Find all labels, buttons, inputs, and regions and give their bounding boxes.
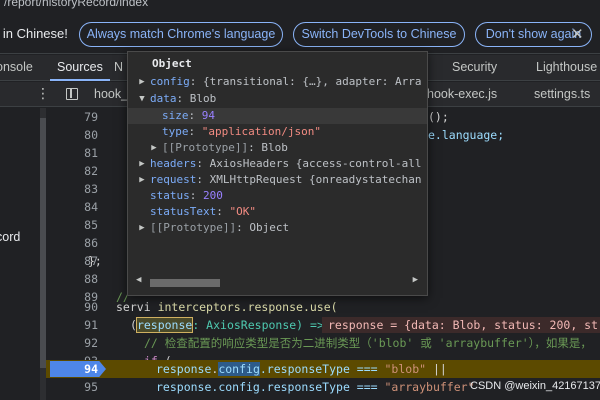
- watermark: CSDN @weixin_42167137: [470, 380, 600, 392]
- always-match-language-button[interactable]: Always match Chrome's language: [79, 22, 283, 47]
- expand-triangle-icon[interactable]: ▶: [137, 172, 147, 188]
- tab-lighthouse[interactable]: Lighthouse: [536, 60, 597, 74]
- line-number[interactable]: 92: [46, 334, 98, 352]
- object-property-row[interactable]: status: 200: [128, 188, 427, 204]
- tab-network[interactable]: N: [114, 60, 123, 74]
- popover-horizontal-scrollbar[interactable]: ◀ ▶: [136, 275, 420, 289]
- tab-security[interactable]: Security: [452, 60, 497, 74]
- popover-scrollbar-thumb[interactable]: [150, 279, 220, 287]
- object-property-row[interactable]: ▶ [[Prototype]]: Object: [128, 220, 427, 236]
- line-number[interactable]: 81: [46, 144, 98, 162]
- code-line: 91 (response: AxiosResponse) => { respon…: [46, 316, 600, 334]
- close-icon[interactable]: ✕: [571, 25, 584, 43]
- line-number[interactable]: 83: [46, 180, 98, 198]
- tab-sources[interactable]: Sources: [57, 60, 103, 74]
- line-number[interactable]: 90: [46, 298, 98, 316]
- line-number[interactable]: 82: [46, 162, 98, 180]
- line-number[interactable]: 95: [46, 378, 98, 396]
- line-number[interactable]: 91: [46, 316, 98, 334]
- scroll-right-icon[interactable]: ▶: [413, 275, 418, 285]
- object-property-row[interactable]: ▶ headers: AxiosHeaders {access-control-…: [128, 156, 427, 172]
- toggle-navigator-icon[interactable]: [66, 88, 78, 100]
- line-number[interactable]: 96: [46, 396, 98, 400]
- paused-breakpoint-line: 94 response.config.responseType === "blo…: [46, 360, 600, 378]
- url-text: /report/historyRecord/index: [4, 0, 149, 9]
- response-param[interactable]: response: [135, 317, 194, 333]
- object-property-row[interactable]: statusText: "OK": [128, 204, 427, 220]
- object-property-row[interactable]: type: "application/json": [128, 124, 427, 140]
- tab-console[interactable]: onsole: [0, 60, 33, 74]
- line-number[interactable]: 79: [46, 108, 98, 126]
- object-property-row[interactable]: size: 94: [128, 108, 427, 124]
- url-bar[interactable]: /report/historyRecord/index: [0, 0, 600, 14]
- line-number[interactable]: 84: [46, 198, 98, 216]
- line-number[interactable]: 85: [46, 216, 98, 234]
- file-tab-hook[interactable]: hook_: [94, 87, 128, 101]
- infobar-message: e in Chinese!: [0, 26, 68, 41]
- code-line: 96 ) {: [46, 396, 600, 400]
- object-property-row[interactable]: ▼ data: Blob: [128, 91, 427, 107]
- object-property-row[interactable]: ▶ config: {transitional: {…}, adapter: A…: [128, 74, 427, 90]
- code-line: 92 // 检查配置的响应类型是否为二进制类型（'blob' 或 'arrayb…: [46, 334, 600, 352]
- scroll-left-icon[interactable]: ◀: [136, 275, 141, 285]
- file-tab-hook-exec[interactable]: hook-exec.js: [427, 87, 497, 101]
- collapse-triangle-icon[interactable]: ▼: [137, 91, 147, 107]
- expand-triangle-icon[interactable]: ▶: [137, 156, 147, 172]
- active-tab-indicator: [50, 79, 110, 81]
- line-number[interactable]: 80: [46, 126, 98, 144]
- expand-triangle-icon[interactable]: ▶: [149, 140, 159, 156]
- more-options-icon[interactable]: ⋮: [36, 85, 50, 102]
- inline-value-preview[interactable]: response = {data: Blob, status: 200, st: [322, 317, 600, 333]
- object-hover-popover: Object ▶ config: {transitional: {…}, ada…: [127, 51, 428, 296]
- expand-triangle-icon[interactable]: ▶: [137, 74, 147, 90]
- switch-devtools-chinese-button[interactable]: Switch DevTools to Chinese: [293, 22, 465, 47]
- expand-triangle-icon[interactable]: ▶: [137, 220, 147, 236]
- navigator-sidebar: cord: [0, 108, 46, 400]
- line-number[interactable]: 88: [46, 270, 98, 288]
- popover-title: Object: [152, 57, 192, 70]
- file-tab-settings[interactable]: settings.ts: [534, 87, 590, 101]
- language-infobar: e in Chinese! Always match Chrome's lang…: [0, 14, 600, 54]
- line-number[interactable]: 86: [46, 234, 98, 252]
- line-number[interactable]: 94: [46, 360, 98, 378]
- object-property-row[interactable]: ▶ request: XMLHttpRequest {onreadystatec…: [128, 172, 427, 188]
- code-line: 90 servi interceptors.response.use(: [46, 298, 600, 316]
- sidebar-item-record[interactable]: cord: [0, 230, 20, 244]
- object-property-row[interactable]: ▶ [[Prototype]]: Blob: [128, 140, 427, 156]
